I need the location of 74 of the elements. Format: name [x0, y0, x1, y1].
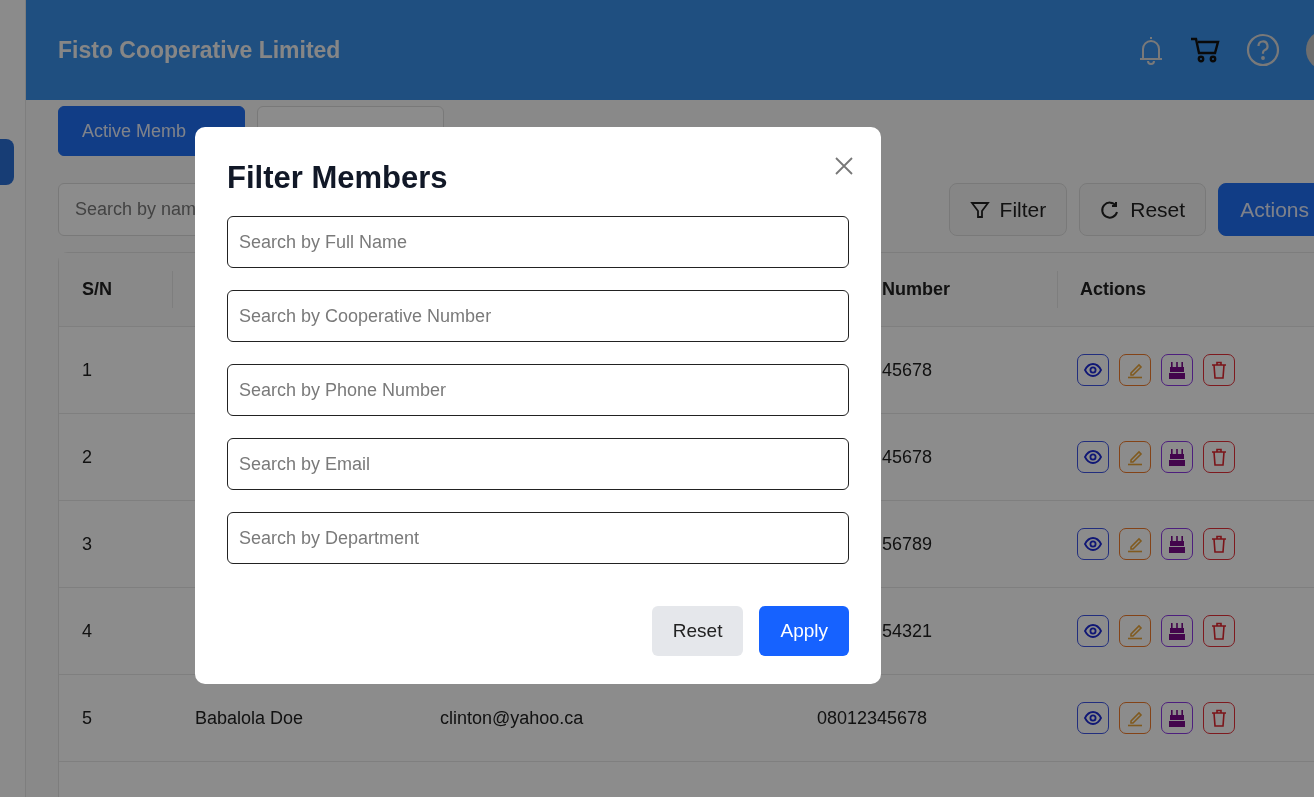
cake-icon — [1168, 360, 1186, 380]
delete-button[interactable] — [1203, 354, 1235, 386]
table-cell: 56789 — [882, 533, 933, 555]
pencil-icon — [1126, 709, 1144, 727]
trash-icon — [1211, 709, 1227, 727]
close-icon[interactable] — [835, 157, 853, 175]
apply-button[interactable]: Apply — [759, 606, 849, 656]
eye-icon — [1084, 363, 1102, 377]
table-cell: 5 — [82, 707, 92, 729]
view-button[interactable] — [1077, 702, 1109, 734]
cake-icon — [1168, 447, 1186, 467]
table-cell: 45678 — [882, 446, 933, 468]
refresh-icon — [1100, 199, 1121, 220]
eye-icon — [1084, 537, 1102, 551]
view-button[interactable] — [1077, 528, 1109, 560]
table-cell: Babalola Doe — [195, 707, 304, 729]
view-button[interactable] — [1077, 615, 1109, 647]
edit-button[interactable] — [1119, 702, 1151, 734]
edit-button[interactable] — [1119, 354, 1151, 386]
column-header: Actions — [1080, 279, 1146, 300]
birthday-button[interactable] — [1161, 354, 1193, 386]
table-cell: 54321 — [882, 620, 933, 642]
cake-icon — [1168, 534, 1186, 554]
trash-icon — [1211, 361, 1227, 379]
edit-button[interactable] — [1119, 615, 1151, 647]
trash-icon — [1211, 622, 1227, 640]
view-button[interactable] — [1077, 354, 1109, 386]
bell-icon[interactable] — [1138, 35, 1164, 65]
app-title: Fisto Cooperative Limited — [58, 36, 341, 64]
input-field[interactable]: Search by Department — [227, 512, 849, 564]
eye-icon — [1084, 711, 1102, 725]
birthday-button[interactable] — [1161, 528, 1193, 560]
table-cell: 4 — [82, 620, 92, 642]
sidebar-item[interactable] — [0, 139, 14, 185]
funnel-icon — [969, 199, 990, 220]
reset-button[interactable]: Reset — [651, 606, 744, 656]
cart-icon[interactable] — [1190, 36, 1220, 64]
edit-button[interactable] — [1119, 528, 1151, 560]
edit-button[interactable] — [1119, 441, 1151, 473]
table-cell: 45678 — [882, 359, 933, 381]
birthday-button[interactable] — [1161, 441, 1193, 473]
reset-button[interactable]: Reset — [1079, 183, 1207, 236]
help-icon[interactable] — [1246, 33, 1280, 67]
delete-button[interactable] — [1203, 528, 1235, 560]
birthday-button[interactable] — [1161, 615, 1193, 647]
pencil-icon — [1126, 448, 1144, 466]
input-field[interactable]: Search by Email — [227, 438, 849, 490]
delete-button[interactable] — [1203, 441, 1235, 473]
table-cell: 2 — [82, 446, 92, 468]
pencil-icon — [1126, 622, 1144, 640]
column-header: Number — [882, 279, 950, 300]
pencil-icon — [1126, 535, 1144, 553]
table-cell: 3 — [82, 533, 92, 555]
delete-button[interactable] — [1203, 702, 1235, 734]
dialog-title: Filter Members — [227, 160, 448, 196]
actions-button[interactable]: Actions — [1218, 183, 1314, 236]
eye-icon — [1084, 624, 1102, 638]
input-field[interactable]: Search by Cooperative Number — [227, 290, 849, 342]
cake-icon — [1168, 708, 1186, 728]
table-cell: 1 — [82, 359, 92, 381]
trash-icon — [1211, 535, 1227, 553]
table-cell: clinton@yahoo.ca — [440, 707, 584, 729]
cake-icon — [1168, 621, 1186, 641]
view-button[interactable] — [1077, 441, 1109, 473]
filter-button[interactable]: Filter — [948, 183, 1068, 236]
table-cell: 08012345678 — [817, 707, 928, 729]
birthday-button[interactable] — [1161, 702, 1193, 734]
column-header: S/N — [82, 279, 112, 300]
pencil-icon — [1126, 361, 1144, 379]
trash-icon — [1211, 448, 1227, 466]
input-field[interactable]: Search by Phone Number — [227, 364, 849, 416]
eye-icon — [1084, 450, 1102, 464]
input-field[interactable]: Search by Full Name — [227, 216, 849, 268]
delete-button[interactable] — [1203, 615, 1235, 647]
